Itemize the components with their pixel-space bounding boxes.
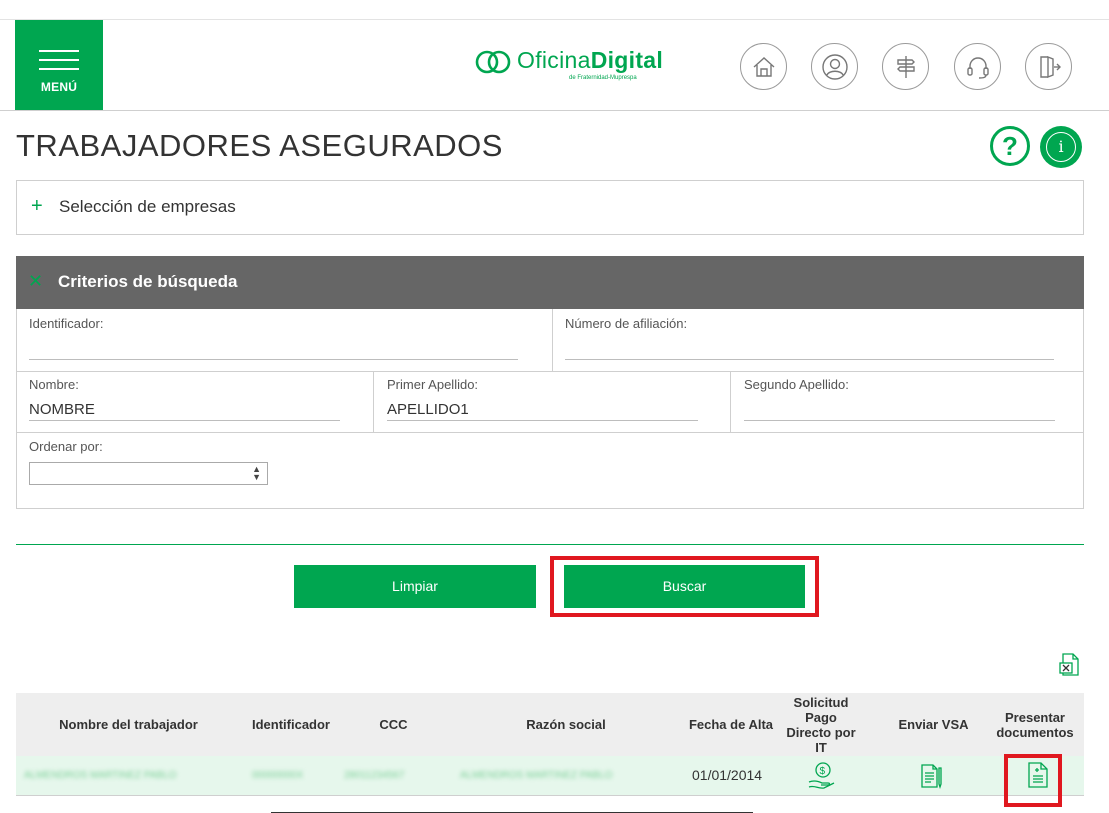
afiliacion-input[interactable] [565, 338, 1054, 360]
logo-brand-text: OficinaDigital [517, 47, 664, 73]
criteria-header[interactable]: ✕ Criterios de búsqueda [16, 256, 1084, 309]
cell-fecha: 01/01/2014 [692, 767, 763, 783]
apellido1-input[interactable] [387, 399, 698, 421]
user-button[interactable] [811, 43, 858, 90]
limpiar-button[interactable]: Limpiar [294, 565, 536, 608]
app-header: MENÚ OficinaDigital de Fraternidad-Mupre… [0, 20, 1109, 111]
svg-text:$: $ [820, 766, 826, 777]
cell-razon: ALMENDROS MARTINEZ PABLO [460, 770, 613, 781]
oficina-digital-logo[interactable]: OficinaDigital de Fraternidad-Muprespa [475, 47, 675, 87]
afiliacion-label: Número de afiliación: [565, 316, 688, 331]
empresas-label: Selección de empresas [59, 197, 236, 216]
select-arrows-icon: ▲ ▼ [252, 464, 261, 482]
home-button[interactable] [740, 43, 787, 90]
home-icon [753, 56, 774, 77]
cell-identificador: 00000000X [252, 770, 304, 781]
col-fecha-alta[interactable]: Fecha de Alta [681, 693, 781, 756]
info-button[interactable]: i [1040, 126, 1082, 168]
apellido1-label: Primer Apellido: [387, 377, 479, 392]
close-icon: ✕ [28, 271, 44, 291]
help-icon[interactable]: ? [990, 126, 1030, 166]
col-identificador[interactable]: Identificador [241, 693, 341, 756]
signpost-icon [896, 55, 915, 78]
hamburger-icon [39, 50, 79, 77]
nombre-input[interactable] [29, 399, 340, 421]
criteria-title: Criterios de búsqueda [58, 272, 238, 291]
ordenar-select[interactable]: ▲ ▼ [29, 462, 268, 485]
logout-icon [1039, 55, 1061, 78]
divider [730, 371, 731, 432]
identificador-input[interactable] [29, 338, 518, 360]
menu-button[interactable]: MENÚ [15, 20, 103, 110]
col-nombre[interactable]: Nombre del trabajador [16, 693, 241, 756]
section-divider [16, 544, 1084, 545]
divider [17, 432, 1083, 433]
divider [373, 371, 374, 432]
identificador-label: Identificador: [29, 316, 104, 331]
solicitud-pago-button[interactable]: $ [806, 760, 838, 797]
hand-money-icon: $ [808, 762, 835, 789]
enviar-vsa-button[interactable] [919, 762, 947, 795]
support-button[interactable] [954, 43, 1001, 90]
divider [552, 309, 553, 371]
ordenar-label: Ordenar por: [29, 439, 103, 454]
document-pen-icon [921, 764, 942, 790]
headset-icon [966, 56, 989, 79]
divider [17, 371, 1083, 372]
col-enviar-vsa[interactable]: Enviar VSA [891, 693, 976, 756]
col-razon-social[interactable]: Razón social [446, 693, 686, 756]
logo-subtitle: de Fraternidad-Muprespa [569, 75, 637, 81]
empresas-accordion[interactable]: + Selección de empresas [16, 180, 1084, 235]
info-icon: i [1046, 132, 1076, 162]
results-table-header: Nombre del trabajador Identificador CCC … [16, 693, 1084, 756]
excel-export-button[interactable] [1058, 653, 1080, 682]
page-title: TRABAJADORES ASEGURADOS [16, 128, 503, 163]
logout-button[interactable] [1025, 43, 1072, 90]
nombre-label: Nombre: [29, 377, 79, 392]
cell-ccc: 28011234567 [344, 770, 405, 781]
col-solicitud[interactable]: Solicitud Pago Directo por IT [781, 693, 861, 756]
highlight-box-presentar [1004, 754, 1062, 807]
highlight-box-buscar [550, 556, 819, 617]
col-ccc[interactable]: CCC [341, 693, 446, 756]
logo-rings-icon [475, 50, 511, 74]
signpost-button[interactable] [882, 43, 929, 90]
menu-label: MENÚ [40, 80, 78, 94]
user-icon [821, 53, 848, 80]
excel-icon [1059, 653, 1079, 676]
cell-nombre: ALMENDROS MARTINEZ PABLO [24, 770, 177, 781]
criteria-form: Identificador: Número de afiliación: Nom… [16, 309, 1084, 509]
apellido2-label: Segundo Apellido: [744, 377, 849, 392]
apellido2-input[interactable] [744, 399, 1055, 421]
table-row[interactable]: ALMENDROS MARTINEZ PABLO 00000000X 28011… [16, 756, 1084, 796]
col-presentar[interactable]: Presentar documentos [986, 693, 1084, 756]
plus-icon: + [31, 195, 43, 217]
